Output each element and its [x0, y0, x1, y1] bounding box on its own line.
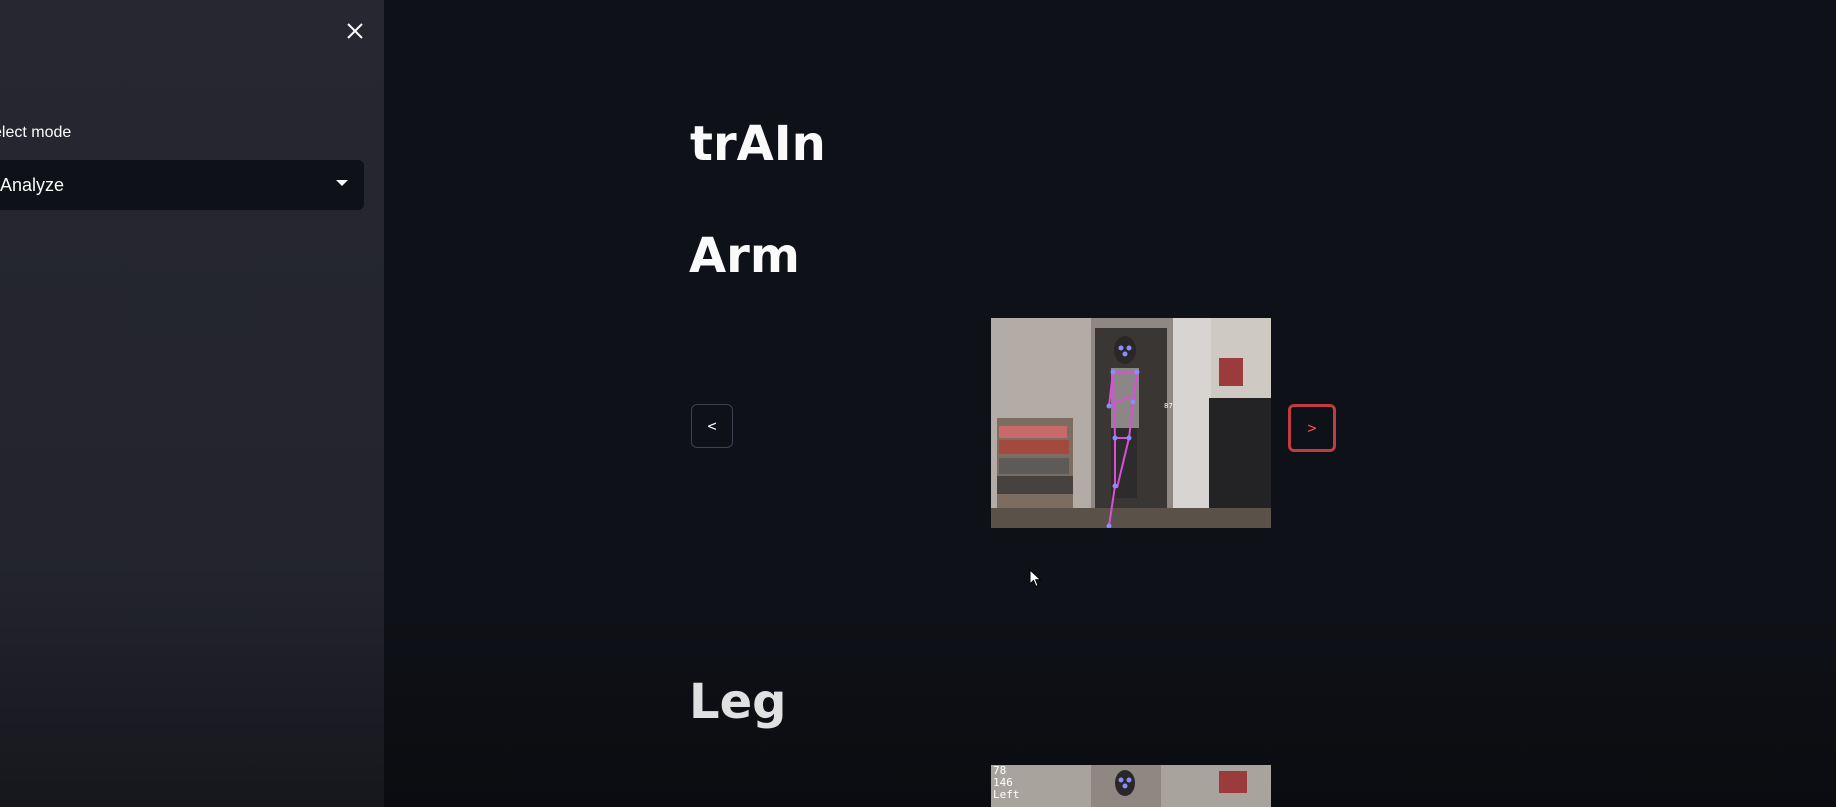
- mode-select-value: Analyze: [0, 174, 65, 195]
- angle-annotation: 87: [1164, 402, 1173, 410]
- close-icon: [347, 23, 363, 39]
- previous-button[interactable]: <: [691, 404, 733, 448]
- arm-pose-image: 87: [991, 318, 1271, 528]
- leg-pose-image: 78 146 Left: [991, 765, 1271, 807]
- select-mode-label: elect mode: [0, 124, 72, 141]
- leg-overlay-text: 78 146 Left: [993, 765, 1020, 801]
- chevron-down-icon: [336, 180, 348, 186]
- mouse-cursor-icon: [1029, 569, 1042, 588]
- close-sidebar-button[interactable]: [338, 14, 372, 48]
- next-button[interactable]: >: [1288, 404, 1336, 452]
- overlay-line-3: Left: [993, 788, 1020, 801]
- sidebar: elect mode Analyze: [0, 0, 384, 807]
- mode-select[interactable]: Analyze: [0, 160, 364, 210]
- page-title: trAIn: [690, 116, 826, 172]
- arm-section-heading: Arm: [689, 228, 800, 284]
- leg-section-heading: Leg: [689, 674, 787, 730]
